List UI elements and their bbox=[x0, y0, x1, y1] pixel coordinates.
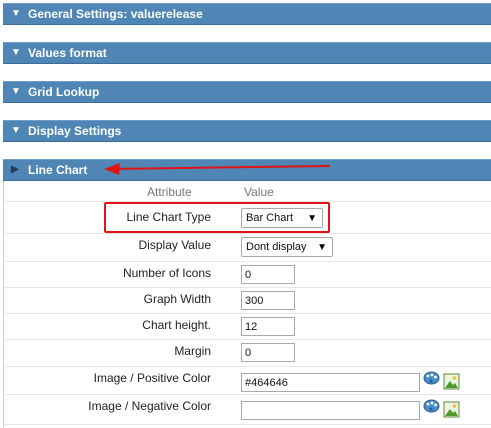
negative-color-input[interactable] bbox=[241, 401, 420, 420]
chart-height-label: Chart height. bbox=[142, 318, 211, 332]
value-column-header: Value bbox=[244, 185, 274, 199]
positive-color-label: Image / Positive Color bbox=[93, 371, 211, 385]
number-of-icons-input[interactable]: 0 bbox=[241, 265, 295, 284]
display-value-select[interactable]: Dont display ▼ bbox=[241, 237, 333, 257]
margin-value: 0 bbox=[245, 346, 252, 359]
margin-label: Margin bbox=[174, 344, 211, 358]
row-divider bbox=[3, 424, 491, 425]
positive-color-value: #464646 bbox=[245, 376, 288, 389]
row-divider bbox=[3, 394, 491, 395]
color-palette-icon[interactable] bbox=[423, 370, 440, 387]
color-palette-icon[interactable] bbox=[423, 398, 440, 415]
graph-width-value: 300 bbox=[245, 294, 264, 307]
annotation-highlight-box bbox=[104, 202, 330, 233]
positive-color-input[interactable]: #464646 bbox=[241, 373, 420, 392]
display-value-value: Dont display bbox=[246, 241, 307, 253]
display-value-label: Display Value bbox=[138, 238, 211, 252]
image-picker-icon[interactable] bbox=[443, 401, 460, 418]
chart-height-input[interactable]: 12 bbox=[241, 317, 295, 336]
margin-input[interactable]: 0 bbox=[241, 343, 295, 362]
row-divider bbox=[3, 313, 491, 314]
graph-width-input[interactable]: 300 bbox=[241, 291, 295, 310]
image-picker-icon[interactable] bbox=[443, 373, 460, 390]
number-of-icons-label: Number of Icons bbox=[122, 266, 211, 280]
row-divider bbox=[3, 339, 491, 340]
chart-height-value: 12 bbox=[245, 320, 258, 333]
number-of-icons-value: 0 bbox=[245, 268, 252, 281]
chevron-down-icon: ▼ bbox=[317, 241, 327, 253]
row-divider bbox=[3, 287, 491, 288]
negative-color-label: Image / Negative Color bbox=[88, 399, 211, 413]
row-divider bbox=[3, 366, 491, 367]
attribute-column-header: Attribute bbox=[147, 185, 192, 199]
graph-width-label: Graph Width bbox=[143, 292, 211, 306]
row-divider bbox=[3, 261, 491, 262]
row-divider bbox=[3, 233, 491, 234]
